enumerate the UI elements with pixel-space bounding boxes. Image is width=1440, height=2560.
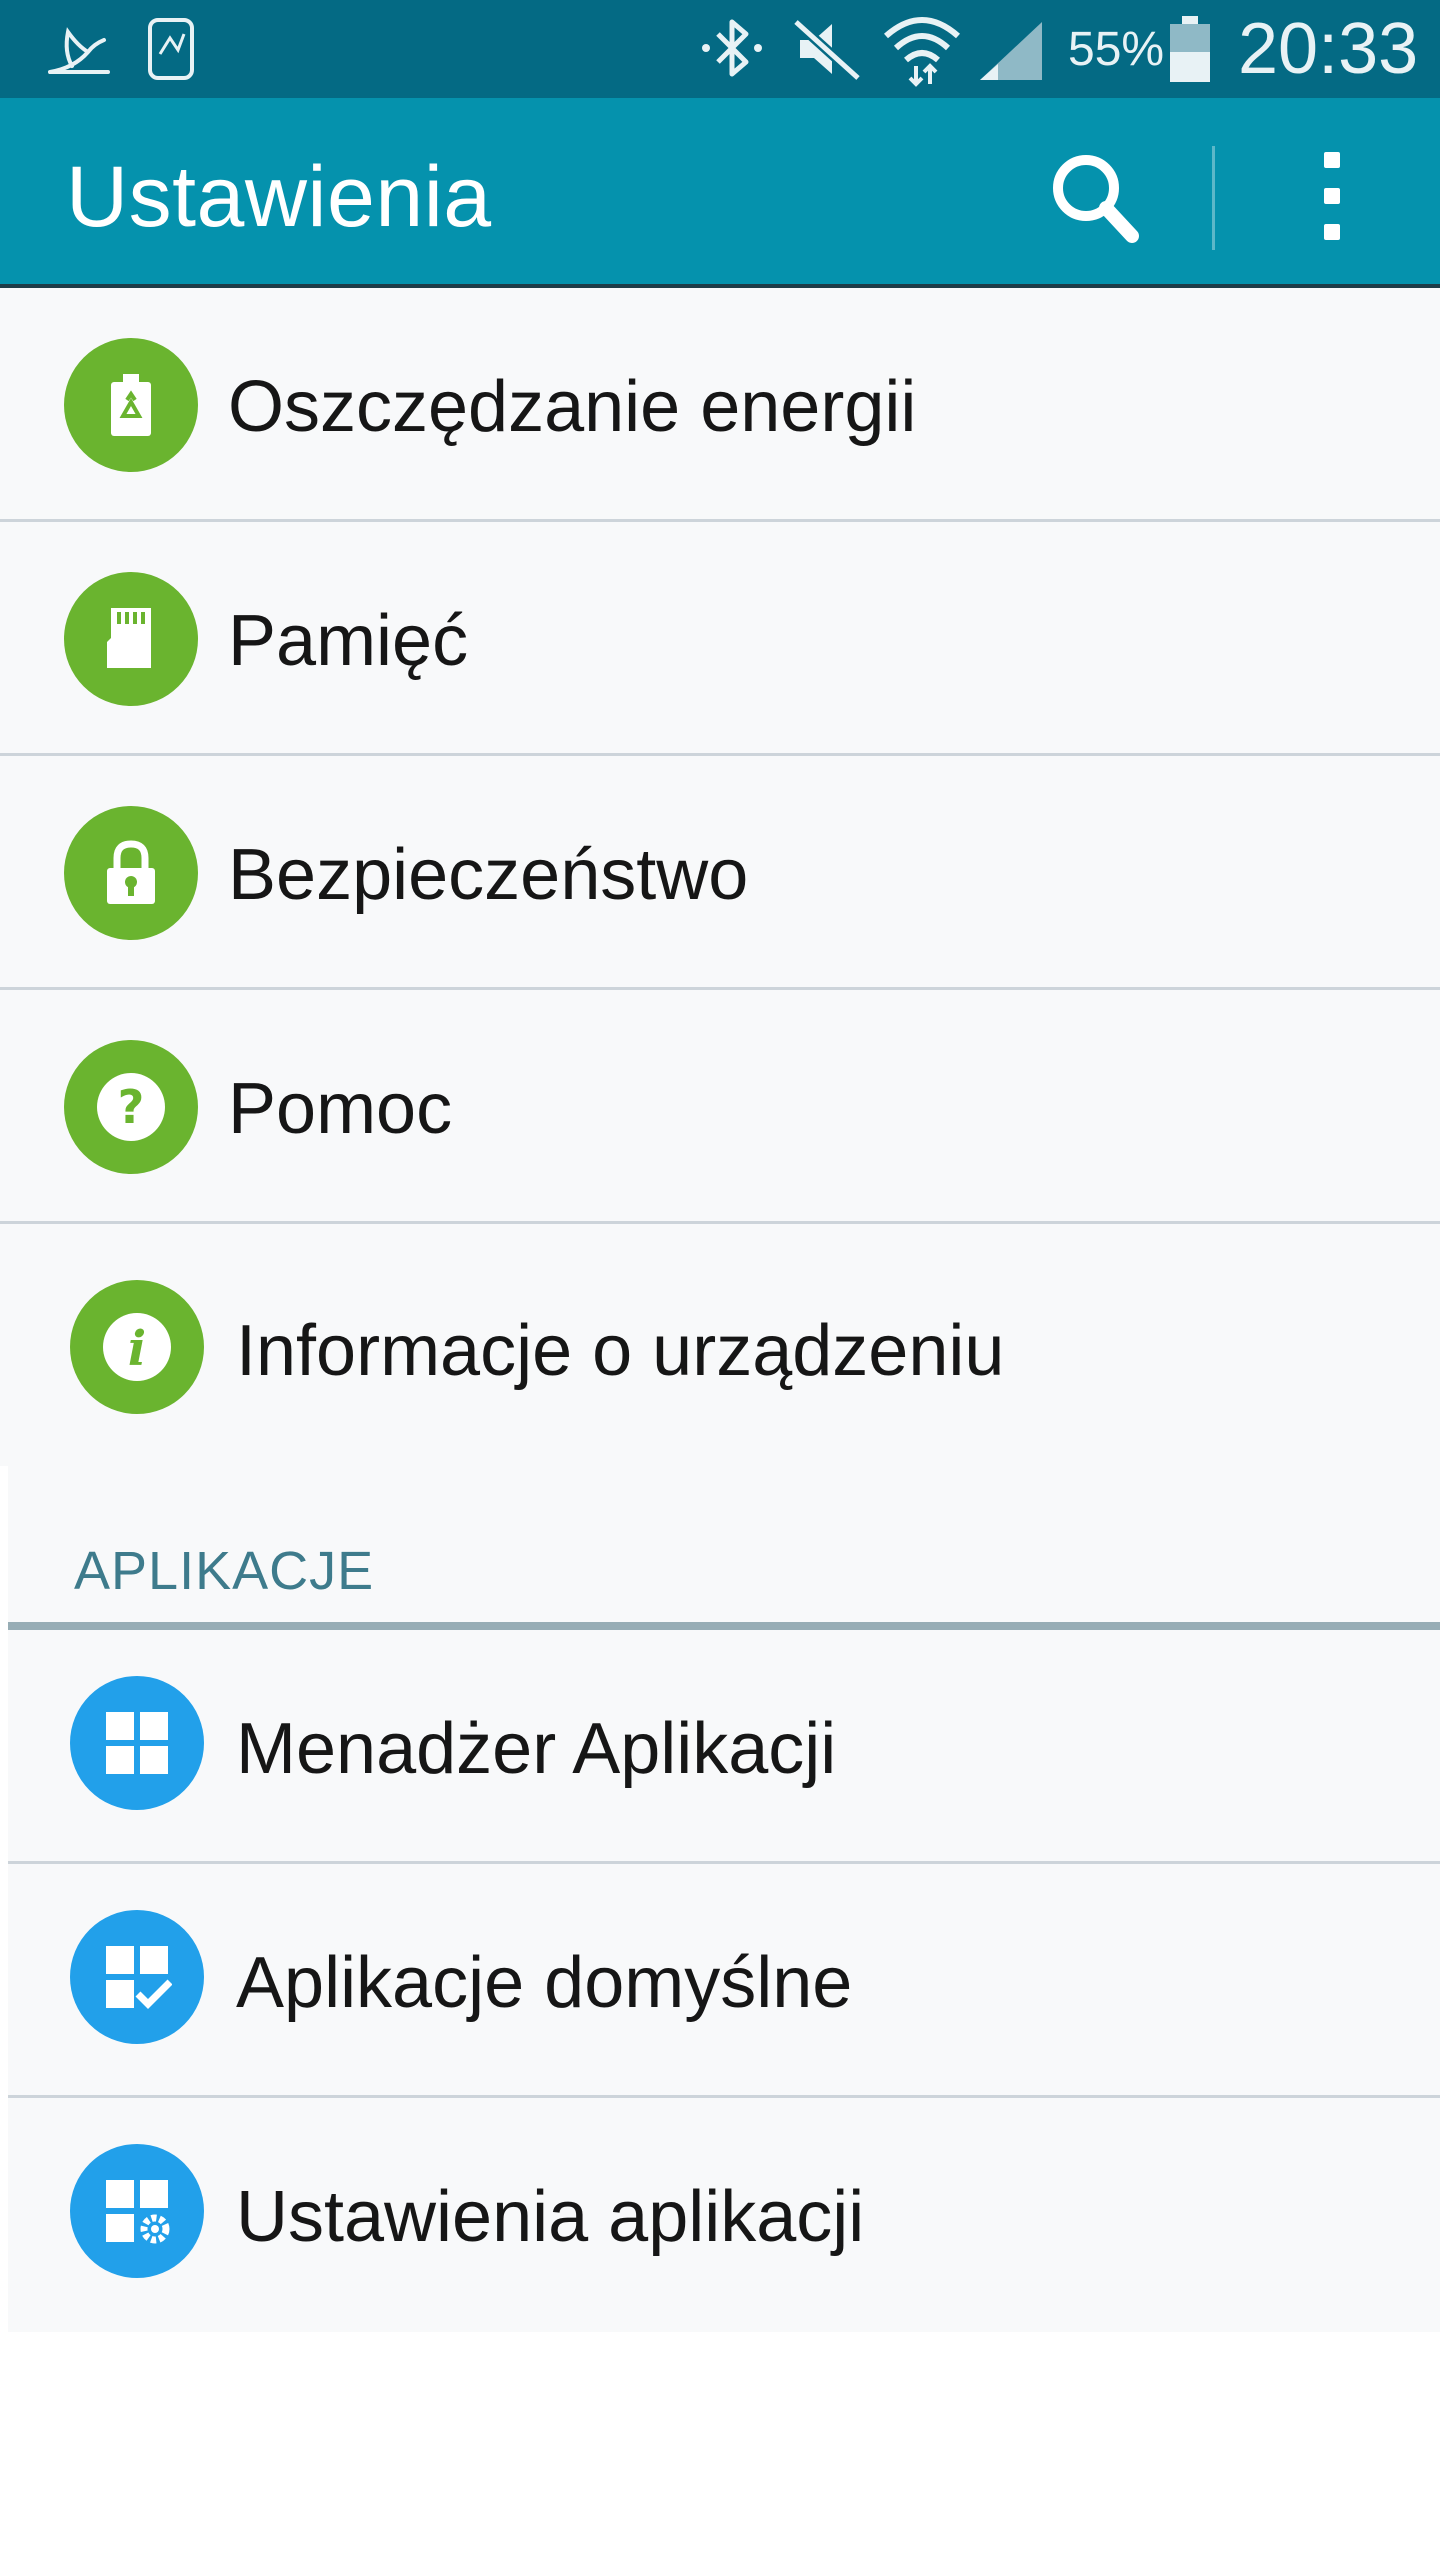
settings-item-label: Menadżer Aplikacji bbox=[236, 1709, 837, 1789]
app-grid-gear-icon bbox=[70, 2144, 204, 2278]
app-bar-divider bbox=[1212, 146, 1215, 250]
sd-card-icon bbox=[64, 572, 198, 706]
settings-item-label: Pomoc bbox=[228, 1069, 453, 1149]
wifi-icon bbox=[884, 17, 960, 87]
status-bar: 55% 20:33 bbox=[0, 0, 1440, 98]
app-grid-icon bbox=[70, 1676, 204, 1810]
help-icon: ? bbox=[64, 1040, 198, 1174]
settings-item-label: Informacje o urządzeniu bbox=[236, 1311, 1005, 1391]
battery-recycle-icon bbox=[64, 338, 198, 472]
bird-notification-icon bbox=[48, 27, 110, 74]
app-grid-check-icon bbox=[70, 1910, 204, 2044]
settings-item-label: Ustawienia aplikacji bbox=[236, 2177, 865, 2257]
svg-text:i: i bbox=[128, 1321, 146, 1377]
settings-item-power-saving[interactable]: Oszczędzanie energii bbox=[0, 288, 1440, 522]
page-title: Ustawienia bbox=[66, 149, 492, 245]
battery-percent: 55% bbox=[1068, 23, 1165, 76]
more-options-button[interactable] bbox=[1280, 142, 1380, 252]
status-time: 20:33 bbox=[1238, 9, 1419, 89]
search-icon bbox=[1053, 155, 1139, 243]
settings-item-help[interactable]: ? Pomoc bbox=[0, 990, 1440, 1224]
settings-item-label: Oszczędzanie energii bbox=[228, 367, 917, 447]
mute-icon bbox=[792, 18, 862, 82]
settings-item-label: Bezpieczeństwo bbox=[228, 835, 749, 915]
phone-notification-icon bbox=[148, 18, 194, 80]
settings-item-label: Aplikacje domyślne bbox=[236, 1943, 853, 2023]
bluetooth-icon bbox=[702, 19, 762, 77]
search-button[interactable] bbox=[1040, 144, 1150, 254]
section-divider bbox=[8, 1622, 1440, 1630]
settings-item-security[interactable]: Bezpieczeństwo bbox=[0, 756, 1440, 990]
battery-icon bbox=[1170, 16, 1210, 82]
section-header-label: APLIKACJE bbox=[74, 1541, 375, 1601]
section-header-apps: APLIKACJE bbox=[8, 1466, 1440, 1630]
settings-item-app-manager[interactable]: Menadżer Aplikacji bbox=[8, 1630, 1440, 1864]
svg-text:?: ? bbox=[118, 1080, 145, 1134]
app-bar: Ustawienia bbox=[0, 98, 1440, 288]
settings-item-device-info[interactable]: i Informacje o urządzeniu bbox=[0, 1224, 1440, 1466]
settings-item-default-apps[interactable]: Aplikacje domyślne bbox=[8, 1864, 1440, 2098]
signal-icon bbox=[980, 22, 1042, 80]
settings-screen: 55% 20:33 Ustawienia Oszczędzanie energi… bbox=[0, 0, 1440, 2560]
settings-item-app-settings[interactable]: Ustawienia aplikacji bbox=[8, 2098, 1440, 2332]
info-icon: i bbox=[70, 1280, 204, 1414]
lock-icon bbox=[64, 806, 198, 940]
settings-item-storage[interactable]: Pamięć bbox=[0, 522, 1440, 756]
settings-item-label: Pamięć bbox=[228, 601, 469, 681]
